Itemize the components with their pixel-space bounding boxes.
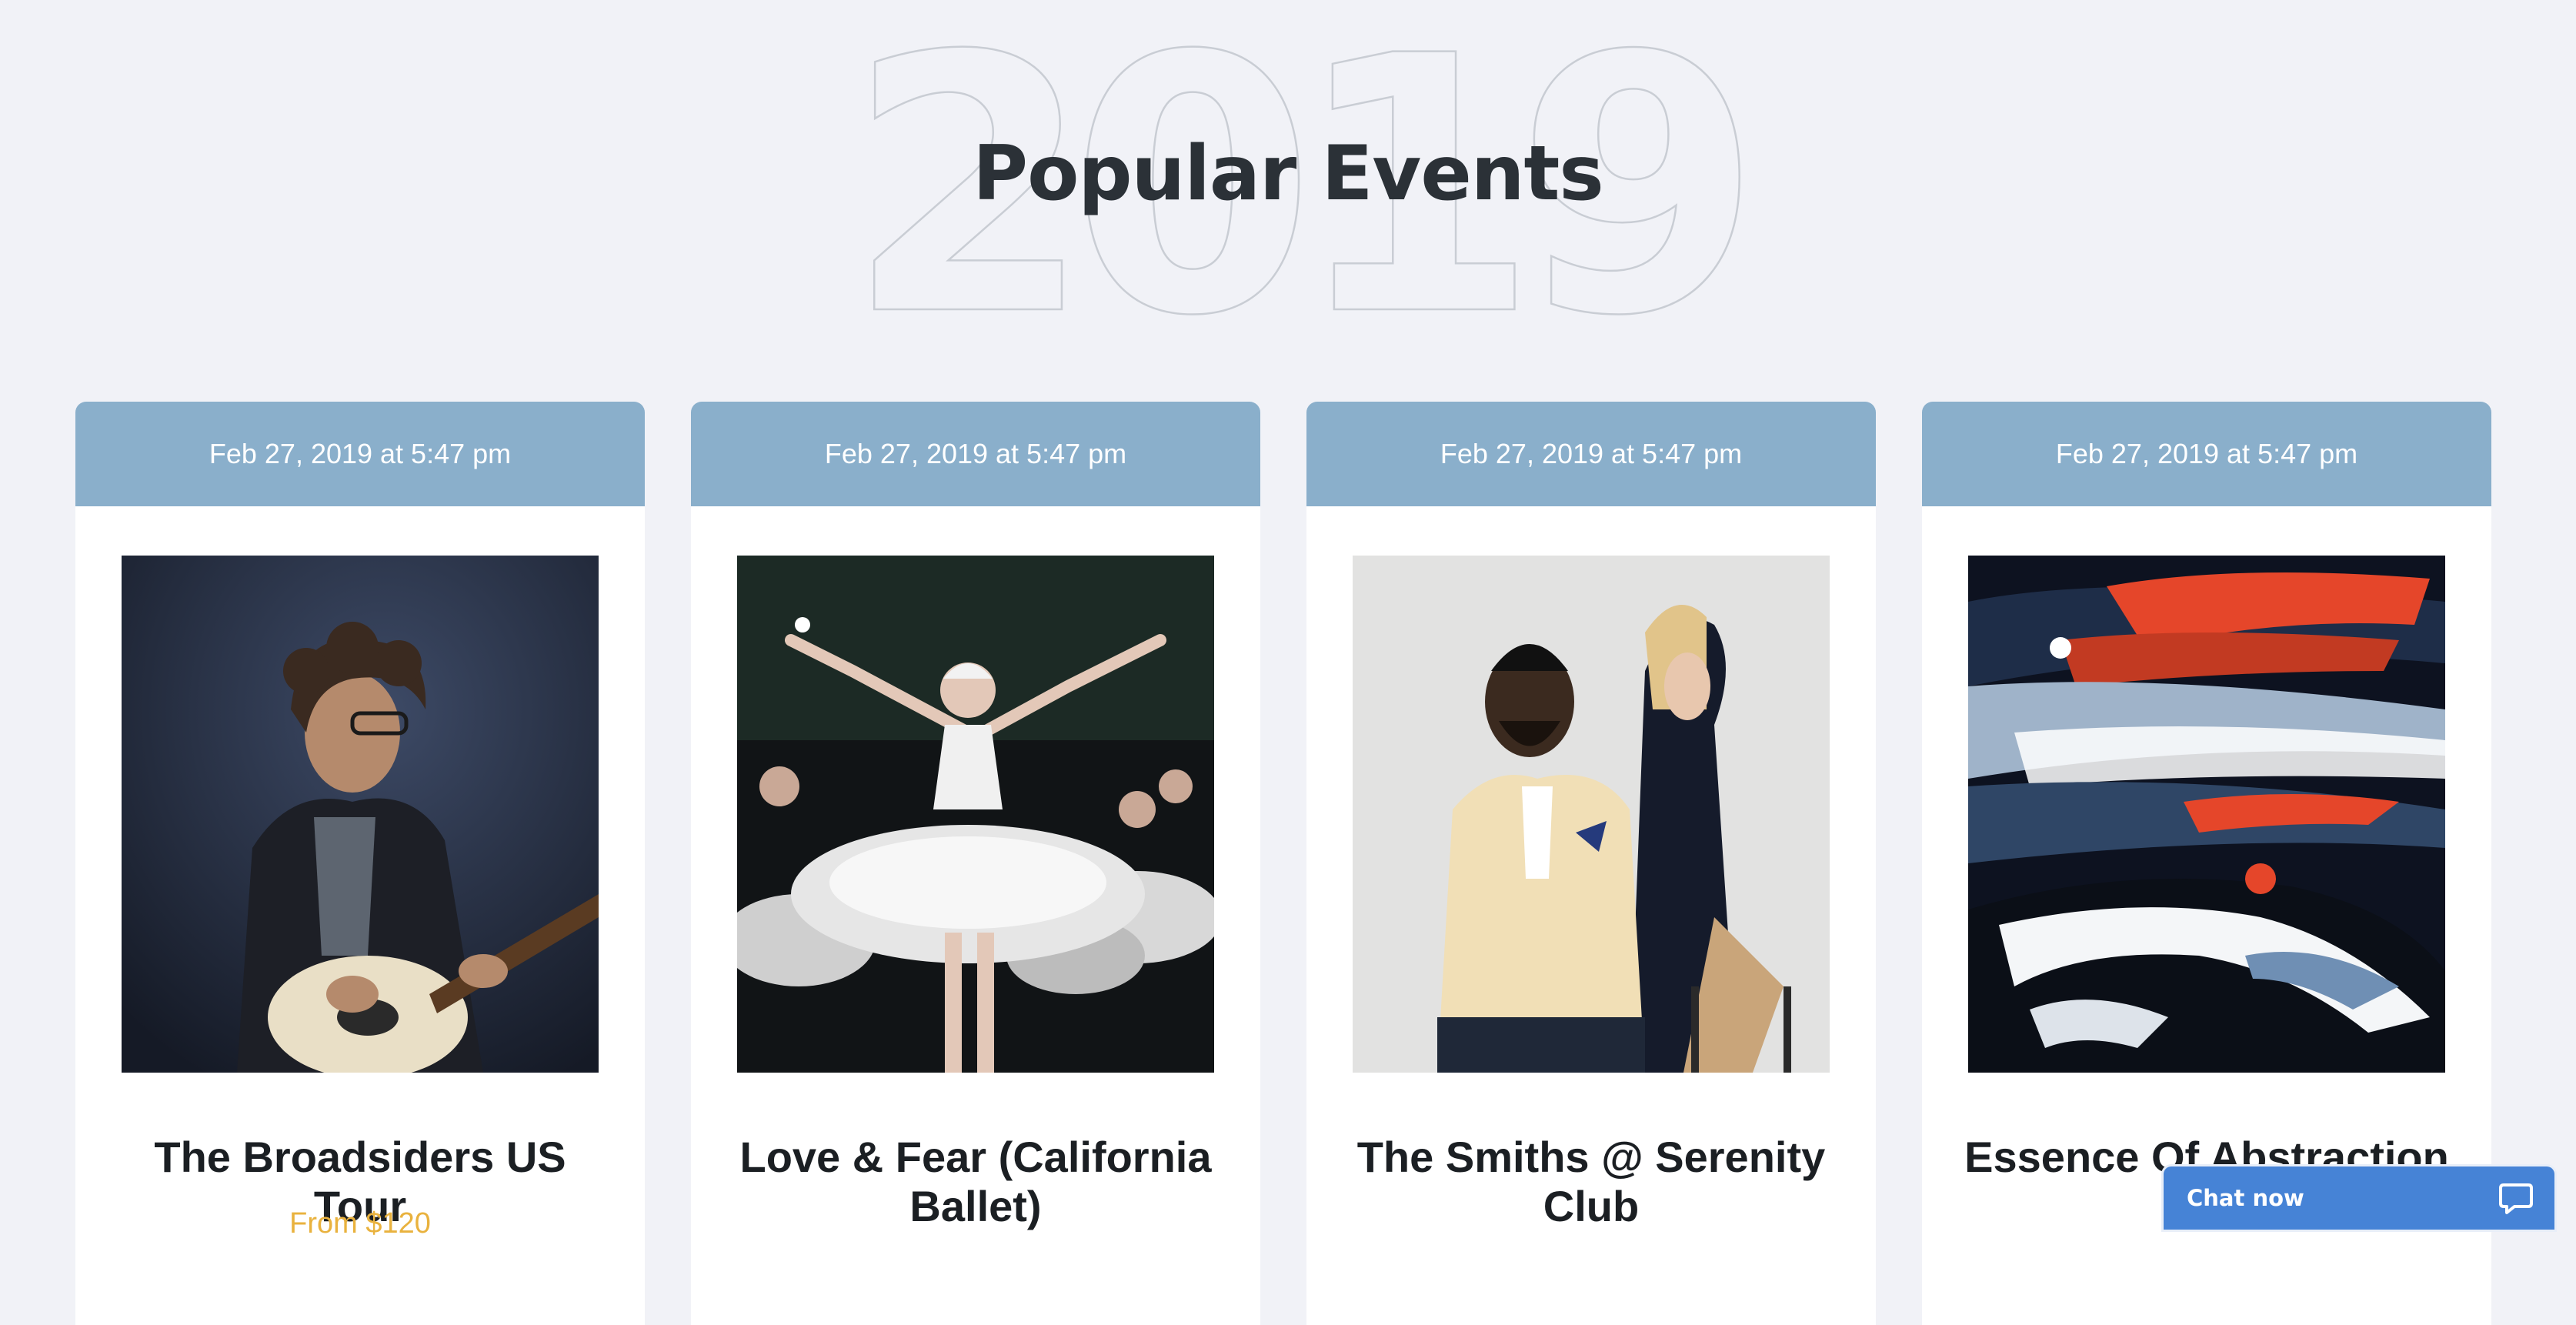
event-card[interactable]: Feb 27, 2019 at 5:47 pm [1306, 402, 1876, 1325]
ballet-photo [737, 556, 1214, 1073]
event-date: Feb 27, 2019 at 5:47 pm [1922, 402, 2491, 506]
event-title[interactable]: The Smiths @ Serenity Club [1337, 1133, 1845, 1231]
event-date: Feb 27, 2019 at 5:47 pm [75, 402, 645, 506]
event-image-ballet[interactable] [737, 556, 1214, 1073]
event-price: From $120 [289, 1207, 431, 1240]
event-card[interactable]: Feb 27, 2019 at 5:47 pm [75, 402, 645, 1325]
page-title: Popular Events [973, 130, 1603, 218]
abstract-painting [1968, 556, 2445, 1073]
chat-label: Chat now [2187, 1185, 2304, 1211]
event-image-abstract[interactable] [1968, 556, 2445, 1073]
event-card[interactable]: Feb 27, 2019 at 5:47 pm [691, 402, 1260, 1325]
event-image-guitarist[interactable] [122, 556, 599, 1073]
event-date: Feb 27, 2019 at 5:47 pm [691, 402, 1260, 506]
event-date: Feb 27, 2019 at 5:47 pm [1306, 402, 1876, 506]
chat-bubble-icon [2499, 1183, 2533, 1214]
guitarist-photo [122, 556, 599, 1073]
chat-now-button[interactable]: Chat now [2164, 1166, 2554, 1230]
event-image-couple[interactable] [1353, 556, 1830, 1073]
hero-section: 2019 Popular Events [0, 0, 2576, 369]
event-title[interactable]: Love & Fear (California Ballet) [722, 1133, 1230, 1231]
events-grid: Feb 27, 2019 at 5:47 pm The Broadsiders … [75, 402, 2491, 1325]
couple-photo [1353, 556, 1830, 1073]
